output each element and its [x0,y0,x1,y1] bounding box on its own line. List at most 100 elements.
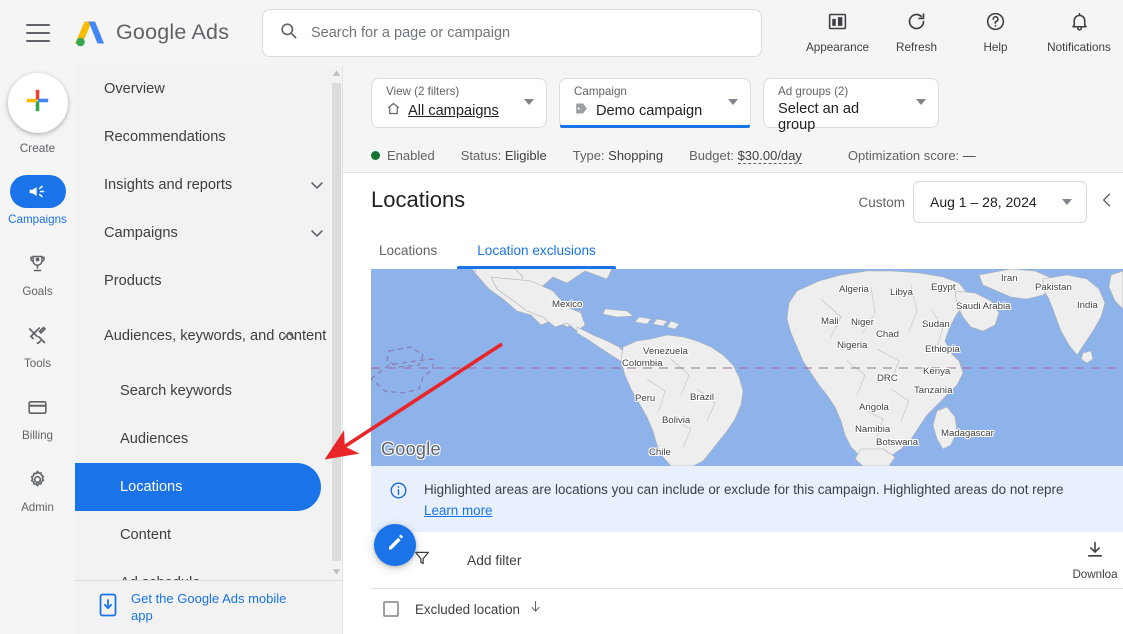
nav-label-overview: Overview [104,80,165,97]
chevron-up-icon[interactable] [279,326,299,346]
arrow-down-icon[interactable] [528,599,543,619]
mobile-app-label: Get the Google Ads mobile app [131,590,287,623]
create-label: Create [19,141,56,155]
view-value: All campaigns [408,102,499,119]
page-tabs: Locations Location exclusions [343,231,1123,269]
google-map-watermark: Google [381,439,441,459]
info-banner-text: Highlighted areas are locations you can … [424,482,1064,497]
nav-scrollbar-thumb[interactable] [332,83,341,561]
scroll-down-arrow-icon[interactable] [332,564,341,578]
chevron-down-icon[interactable] [1062,199,1072,205]
view-caption: View (2 filters) [386,85,460,98]
campaign-selector[interactable]: Campaign Demo campaign [559,78,751,128]
filter-icon [413,549,431,572]
campaign-status-row: Enabled Status: Eligible Type: Shopping … [343,137,1123,173]
nav-label-content: Content [120,526,172,543]
help-label: Help [983,41,1008,54]
refresh-icon [906,11,927,37]
optimization-score: Optimization score: — [848,148,976,163]
download-button[interactable]: Downloa [1059,540,1123,581]
rail-item-admin[interactable]: Admin [0,457,75,529]
nav-item-campaigns[interactable]: Campaigns [75,209,343,257]
type-value: Shopping [608,147,664,163]
chevron-down-icon[interactable] [524,99,534,105]
enabled-label: Enabled [387,147,435,163]
collapse-panel-button[interactable] [1097,189,1117,216]
mobile-app-promo[interactable]: Get the Google Ads mobile app [75,580,343,634]
notifications-label: Notifications [1047,41,1111,54]
chevron-down-icon[interactable] [916,99,926,105]
column-header-excluded-location[interactable]: Excluded location [415,602,520,617]
nav-item-overview[interactable]: Overview [75,65,343,113]
create-button[interactable] [7,73,68,133]
select-all-checkbox[interactable] [383,601,399,617]
view-selector[interactable]: View (2 filters) All campaigns [371,78,547,128]
rail-item-billing[interactable]: Billing [0,385,75,457]
rail-label-billing: Billing [22,429,53,442]
date-range-value: Aug 1 – 28, 2024 [930,194,1037,210]
pencil-icon [385,532,406,558]
chevron-down-icon[interactable] [307,223,327,243]
help-button[interactable]: Help [956,3,1035,63]
refresh-button[interactable]: Refresh [877,3,956,63]
notifications-button[interactable]: Notifications [1035,3,1123,63]
nav-item-locations[interactable]: Locations [75,463,321,511]
plus-icon [24,87,51,119]
add-filter-button[interactable]: Add filter [413,549,521,572]
nav-label-audiences: Audiences [120,430,189,447]
chevron-down-icon[interactable] [307,175,327,195]
date-preset-label: Custom [858,195,905,210]
nav-label-insights-and-reports: Insights and reports [104,176,233,193]
campaign-caption: Campaign [574,85,627,98]
brand-text: Google Ads [116,20,230,44]
nav-scrollbar[interactable] [330,65,343,580]
map-vector [371,269,1123,466]
status-value: Eligible [504,147,547,163]
search-icon [279,21,298,45]
rail-item-tools[interactable]: Tools [0,313,75,385]
nav-item-search-keywords[interactable]: Search keywords [75,367,343,415]
nav-item-insights-and-reports[interactable]: Insights and reports [75,161,343,209]
add-filter-label: Add filter [467,552,522,568]
status-eligible: Status: Eligible [461,148,547,163]
brand-logo-link[interactable]: Google Ads [72,18,229,48]
search-input[interactable]: Search for a page or campaign [262,9,762,57]
tab-locations[interactable]: Locations [359,231,457,269]
campaign-budget[interactable]: Budget: $30.00/day [689,147,802,164]
appearance-label: Appearance [805,41,870,54]
nav-item-recommendations[interactable]: Recommendations [75,113,343,161]
tab-location-exclusions[interactable]: Location exclusions [457,231,616,269]
top-actions: Appearance Refresh Help Notifications [798,0,1123,65]
nav-item-audiences-keywords-and-content[interactable]: Audiences, keywords, and content [75,305,343,367]
navigation-panel: Overview Recommendations Insights and re… [75,65,343,634]
budget-label: Budget: [689,147,734,163]
nav-item-audiences[interactable]: Audiences [75,415,343,463]
world-map[interactable]: Mexico Venezuela Colombia Peru Brazil Bo… [371,269,1123,466]
chevron-down-icon[interactable] [728,99,738,105]
download-label: Downloa [1072,568,1118,581]
hamburger-icon[interactable] [26,23,50,42]
appearance-button[interactable]: Appearance [798,3,877,63]
edit-fab-button[interactable] [374,524,416,566]
nav-item-content[interactable]: Content [75,511,343,559]
left-icon-rail: Create Campaigns Goals Tools Billing Adm… [0,65,75,634]
scroll-up-arrow-icon[interactable] [332,67,341,81]
rail-item-campaigns[interactable]: Campaigns [0,169,75,241]
nav-item-ad-schedule[interactable]: Ad schedule [75,559,343,580]
table-toolbar: Add filter Downloa [371,532,1123,589]
search-placeholder: Search for a page or campaign [311,25,511,41]
campaign-filter-bar: View (2 filters) All campaigns Campaign … [343,65,1123,173]
tab-locations-label: Locations [379,242,438,258]
rail-item-goals[interactable]: Goals [0,241,75,313]
ad-groups-selector[interactable]: Ad groups (2) Select an ad group [763,78,939,133]
nav-item-products[interactable]: Products [75,257,343,305]
learn-more-link[interactable]: Learn more [424,501,492,520]
appearance-icon [827,11,848,37]
ad-groups-caption: Ad groups (2) [778,85,849,98]
campaign-value: Demo campaign [596,102,703,119]
google-ads-logo-icon [72,18,106,48]
date-range-picker[interactable]: Aug 1 – 28, 2024 [913,181,1087,223]
status-dot-icon [371,150,380,160]
optimization-value: — [962,147,976,163]
info-banner-body: Highlighted areas are locations you can … [424,480,1063,532]
